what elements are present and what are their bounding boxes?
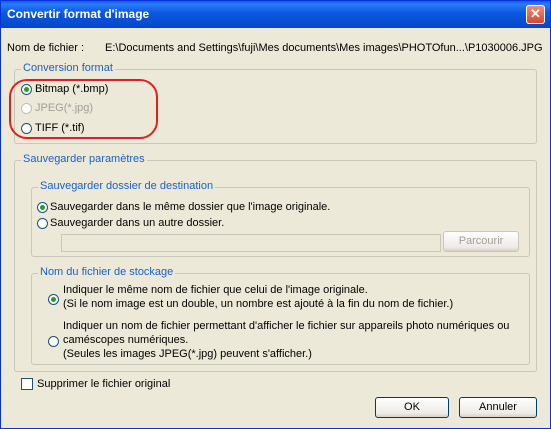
dialog-content: Nom de fichier : E:\Documents and Settin… [1, 28, 550, 428]
camera-name-line-2[interactable]: caméscopes numériques. [63, 334, 188, 346]
other-folder-radio[interactable] [37, 218, 48, 229]
close-icon[interactable]: ✕ [526, 5, 545, 24]
browse-button[interactable]: Parcourir [443, 231, 519, 252]
same-name-line-1[interactable]: Indiquer le même nom de fichier que celu… [63, 284, 368, 296]
same-name-line-2[interactable]: (Si le nom image est un double, un nombr… [63, 298, 453, 310]
delete-original-checkbox[interactable] [21, 378, 33, 390]
annotation-highlight [9, 79, 158, 139]
destination-folder-legend: Sauvegarder dossier de destination [38, 180, 216, 192]
same-folder-radio[interactable] [37, 202, 48, 213]
camera-name-line-3[interactable]: (Seules les images JPEG(*.jpg) peuvent s… [63, 348, 312, 360]
destination-folder-input[interactable] [61, 234, 441, 252]
cancel-button[interactable]: Annuler [459, 397, 537, 418]
delete-original-label[interactable]: Supprimer le fichier original [37, 378, 170, 390]
convert-format-dialog: Convertir format d'image ✕ Nom de fichie… [0, 0, 551, 429]
storage-name-legend: Nom du fichier de stockage [38, 266, 176, 278]
window-title: Convertir format d'image [7, 7, 150, 21]
file-name-label: Nom de fichier : [7, 42, 85, 54]
file-path-value: E:\Documents and Settings\fuji\Mes docum… [105, 42, 543, 54]
other-folder-label[interactable]: Sauvegarder dans un autre dossier. [50, 217, 224, 229]
camera-name-radio[interactable] [48, 336, 59, 347]
camera-name-line-1[interactable]: Indiquer un nom de fichier permettant d'… [63, 320, 509, 332]
save-parameters-legend: Sauvegarder paramètres [21, 153, 147, 165]
same-folder-label[interactable]: Sauvegarder dans le même dossier que l'i… [50, 201, 330, 213]
title-bar[interactable]: Convertir format d'image ✕ [1, 1, 550, 28]
same-name-radio[interactable] [48, 294, 59, 305]
conversion-format-legend: Conversion format [21, 62, 115, 74]
ok-button[interactable]: OK [375, 397, 449, 418]
